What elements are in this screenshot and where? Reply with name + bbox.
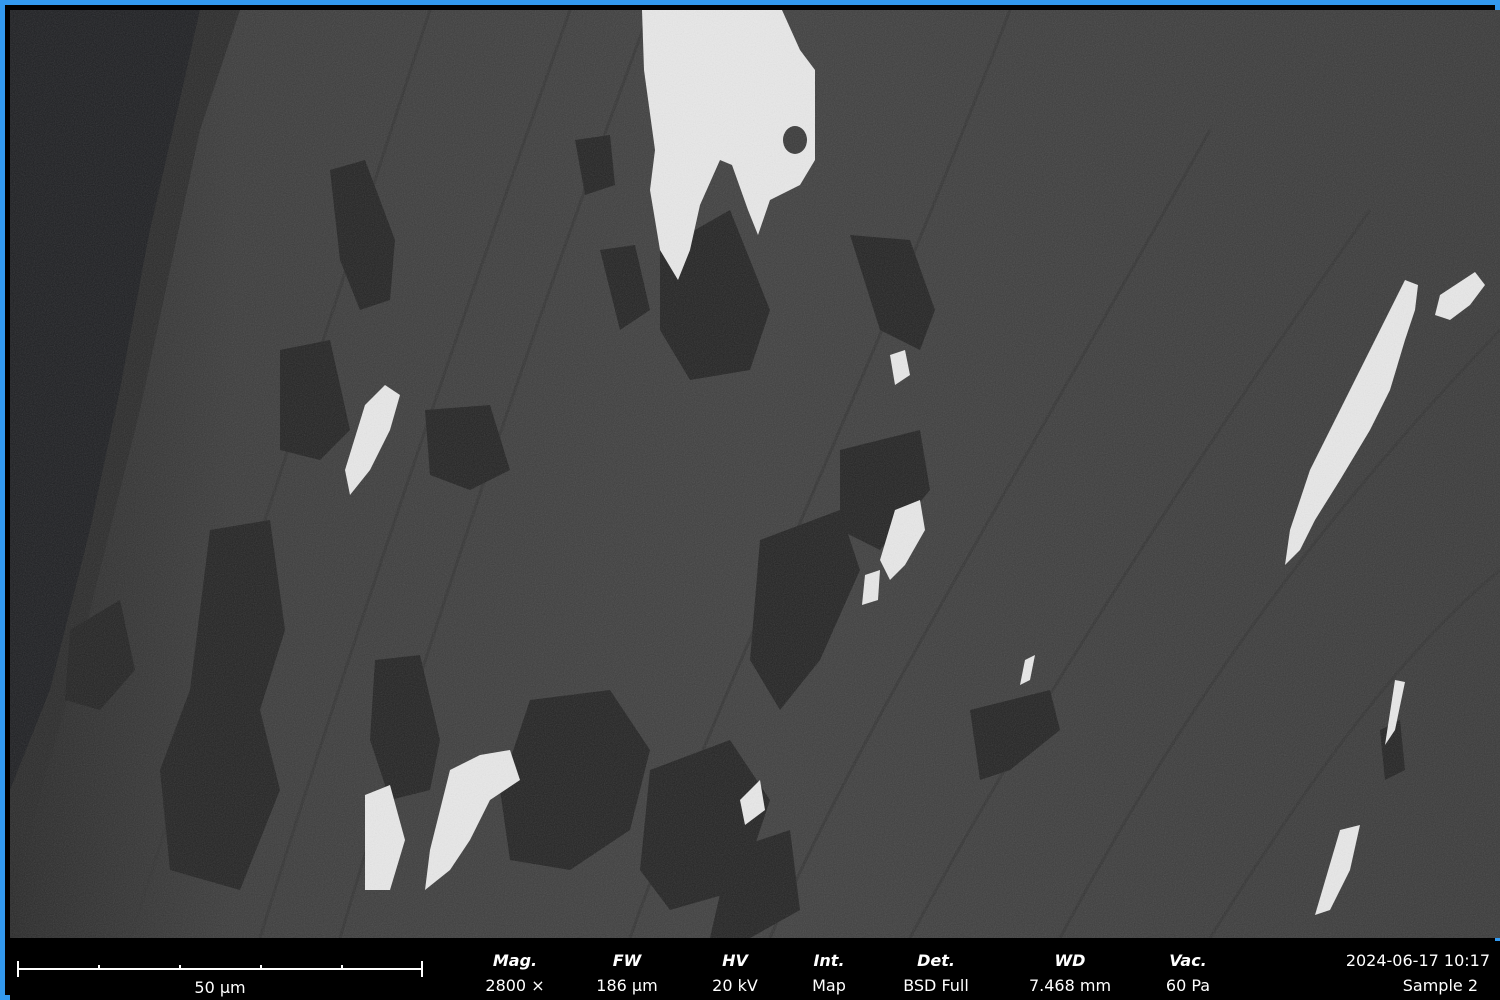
param-vac-label: Vac. (1169, 951, 1207, 970)
param-int: Int. Map (779, 941, 879, 1000)
param-vac-value: 60 Pa (1165, 976, 1211, 995)
param-wd-value: 7.468 mm (1028, 976, 1112, 995)
sem-micrograph (10, 10, 1500, 938)
param-fw-label: FW (612, 951, 642, 970)
acquisition-datetime: 2024-06-17 10:17 (1345, 951, 1490, 970)
param-hv-label: HV (722, 951, 748, 970)
scale-bar-label: 50 µm (194, 978, 246, 997)
param-int-label: Int. (813, 951, 845, 970)
sample-name: Sample 2 (1402, 976, 1478, 995)
micrograph-image (10, 10, 1500, 938)
sem-info-bar: 50 µm Mag. 2800 × FW 186 µm HV 20 kV Int… (10, 941, 1500, 1000)
param-vac: Vac. 60 Pa (1138, 941, 1238, 1000)
scale-bar: 50 µm (16, 941, 424, 1000)
param-wd: WD 7.468 mm (1010, 941, 1130, 1000)
image-frame: 50 µm Mag. 2800 × FW 186 µm HV 20 kV Int… (0, 0, 1500, 1000)
param-mag: Mag. 2800 × (465, 941, 565, 1000)
scale-bar-ruler (17, 961, 423, 977)
param-hv-value: 20 kV (712, 976, 758, 995)
param-fw-value: 186 µm (596, 976, 658, 995)
param-det: Det. BSD Full (876, 941, 996, 1000)
param-det-label: Det. (917, 951, 955, 970)
param-hv: HV 20 kV (685, 941, 785, 1000)
param-mag-label: Mag. (492, 951, 538, 970)
param-wd-label: WD (1054, 951, 1086, 970)
param-fw: FW 186 µm (577, 941, 677, 1000)
param-int-value: Map (812, 976, 846, 995)
param-mag-value: 2800 × (485, 976, 545, 995)
param-det-value: BSD Full (903, 976, 969, 995)
